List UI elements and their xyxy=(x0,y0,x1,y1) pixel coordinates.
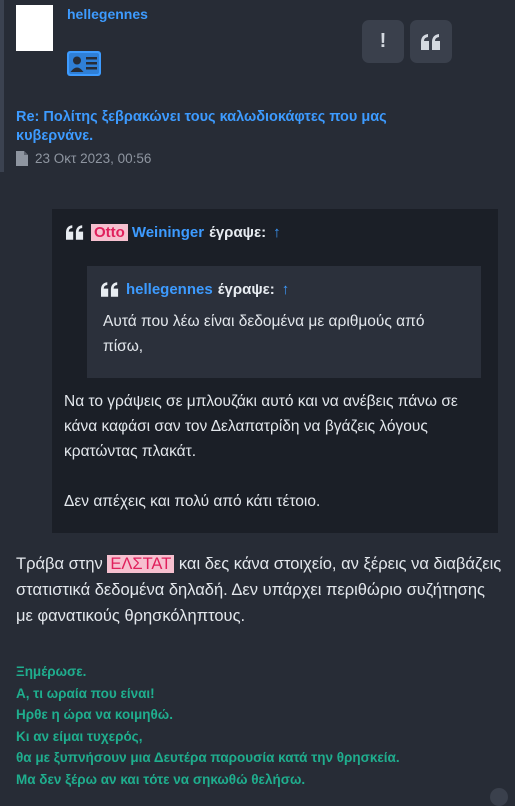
quote-wrote-label: έγραψε: xyxy=(217,281,275,298)
highlight-tag[interactable]: ΕΛΣΤΑΤ xyxy=(107,555,175,573)
quote-author-name[interactable]: Weininger xyxy=(132,224,204,241)
quote-author-name[interactable]: hellegennes xyxy=(126,281,213,298)
exclamation-icon: ! xyxy=(379,30,387,52)
quote-outer-text: Να το γράψεις σε μπλουζάκι αυτό και να α… xyxy=(64,389,484,539)
quote-block-outer: Otto Weininger έγραψε: ↑ hellegennes έγρ… xyxy=(52,209,498,533)
signature-line: Ηρθε η ώρα να κοιμηθώ. xyxy=(16,707,173,722)
signature: Ξημέρωσε. Α, τι ωραία που είναι! Ηρθε η … xyxy=(16,661,496,790)
post-username[interactable]: hellegennes xyxy=(67,6,148,22)
signature-line: Κι αν είμαι τυχερός, xyxy=(16,728,143,744)
jump-to-post-arrow[interactable]: ↑ xyxy=(273,224,281,241)
quote-paragraph: Δεν απέχεις και πολύ από κάτι τέτοιο. xyxy=(64,493,321,510)
quote-paragraph: Να το γράψεις σε μπλουζάκι αυτό και να α… xyxy=(64,393,458,460)
signature-line: Α, τι ωραία που είναι! xyxy=(16,685,155,701)
signature-line: Ξημέρωσε. xyxy=(16,664,87,679)
left-edge-bar xyxy=(0,0,4,172)
post-body-text: Τράβα στην xyxy=(16,555,108,573)
post-body: Τράβα στην ΕΛΣΤΑΤ και δες κάνα στοιχείο,… xyxy=(16,551,504,629)
quote-button[interactable] xyxy=(410,20,452,63)
report-button[interactable]: ! xyxy=(362,20,404,63)
quote-header-inner: hellegennes έγραψε: ↑ xyxy=(101,281,289,298)
quote-icon xyxy=(66,225,84,240)
signature-line: θα με ξυπνήσουν μια Δευτέρα παρουσία κατ… xyxy=(16,750,400,765)
post-title[interactable]: Re: Πολίτης ξεβρακώνει τους καλωδιοκάφτε… xyxy=(16,108,466,146)
quote-block-inner: hellegennes έγραψε: ↑ Αυτά που λέω είναι… xyxy=(87,266,481,378)
quote-inner-text: Αυτά που λέω είναι δεδομένα με αριθμούς … xyxy=(103,313,425,355)
document-icon xyxy=(16,151,28,166)
signature-line: Μα δεν ξέρω αν και τότε να σηκωθώ θελήσω… xyxy=(16,771,306,787)
quote-header-outer: Otto Weininger έγραψε: ↑ xyxy=(66,224,281,241)
jump-to-post-arrow[interactable]: ↑ xyxy=(282,281,290,298)
post-date[interactable]: 23 Οκτ 2023, 00:56 xyxy=(35,151,151,166)
quote-author-tag[interactable]: Otto xyxy=(91,224,128,241)
scroll-to-top-button[interactable] xyxy=(490,788,508,806)
quote-icon xyxy=(101,282,119,297)
profile-card-icon[interactable] xyxy=(67,51,101,76)
quote-wrote-label: έγραψε: xyxy=(209,224,267,241)
avatar[interactable] xyxy=(16,5,53,51)
quote-icon xyxy=(421,33,440,50)
post-meta: 23 Οκτ 2023, 00:56 xyxy=(16,151,151,166)
